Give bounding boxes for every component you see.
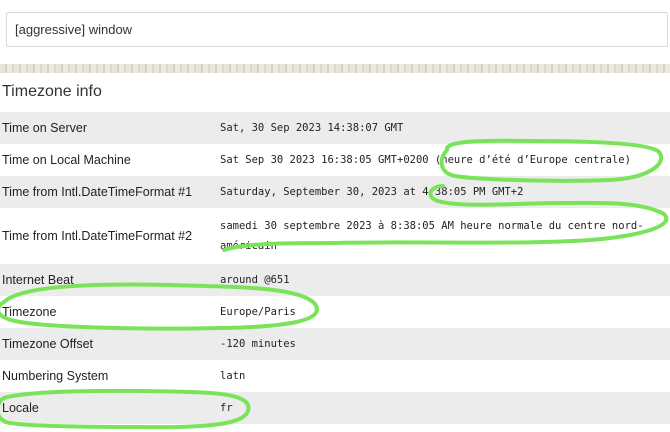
table-row: Timezone Offset -120 minutes: [0, 328, 670, 360]
row-value: -120 minutes: [220, 338, 296, 350]
row-value: Europe/Paris: [220, 306, 296, 318]
timezone-info-table: Time on Server Sat, 30 Sep 2023 14:38:07…: [0, 112, 670, 424]
table-row: Locale fr: [0, 392, 670, 424]
row-label: Numbering System: [2, 369, 109, 383]
table-row: Time from Intl.DateTimeFormat #1 Saturda…: [0, 176, 670, 208]
table-row: Time from Intl.DateTimeFormat #2 samedi …: [0, 208, 670, 264]
row-label: Internet Beat: [2, 273, 74, 287]
table-row: Timezone Europe/Paris: [0, 296, 670, 328]
section-title: Timezone info: [2, 83, 102, 100]
row-value: latn: [220, 370, 246, 382]
page: [aggressive] window Timezone info Time o…: [0, 0, 670, 432]
window-mode-field[interactable]: [aggressive] window: [6, 12, 668, 47]
table-row: Internet Beat around @651: [0, 264, 670, 296]
table-row: Time on Server Sat, 30 Sep 2023 14:38:07…: [0, 112, 670, 144]
row-label: Timezone: [2, 305, 57, 319]
row-label: Time on Local Machine: [2, 153, 131, 167]
table-row: Numbering System latn: [0, 360, 670, 392]
row-label: Time from Intl.DateTimeFormat #2: [2, 229, 193, 243]
row-label: Timezone Offset: [2, 337, 94, 351]
row-value: samedi 30 septembre 2023 à 8:38:05 AM he…: [220, 220, 644, 252]
row-value: Sat Sep 30 2023 16:38:05 GMT+0200 (heure…: [220, 154, 631, 166]
row-label: Time on Server: [2, 121, 87, 135]
row-value: Sat, 30 Sep 2023 14:38:07 GMT: [220, 122, 404, 134]
decorative-strip: [0, 64, 670, 73]
row-value: around @651: [220, 274, 290, 286]
row-value: Saturday, September 30, 2023 at 4:38:05 …: [220, 186, 524, 198]
row-label: Locale: [2, 401, 39, 415]
row-label: Time from Intl.DateTimeFormat #1: [2, 185, 193, 199]
row-value: fr: [220, 402, 233, 414]
table-row: Time on Local Machine Sat Sep 30 2023 16…: [0, 144, 670, 176]
